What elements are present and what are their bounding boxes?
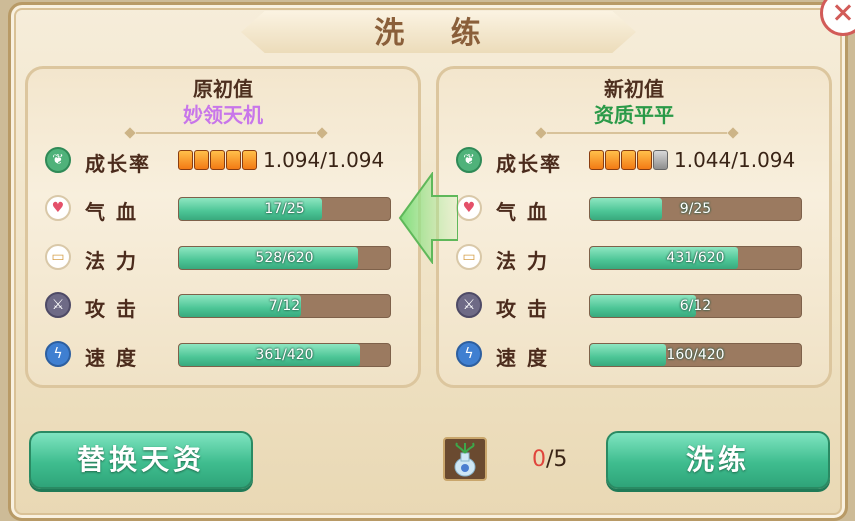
lightning-icon: ϟ <box>45 341 71 367</box>
heart-icon: ♥ <box>45 195 71 221</box>
growth-label: 成长率 <box>85 152 151 176</box>
growth-row: ❦ 成长率 1.044/1.094 <box>456 146 806 176</box>
growth-pip <box>194 150 209 170</box>
new-values-panel: 新初值 资质平平 ❦ 成长率 1.044/1.094 ♥ 气 血 9/25 ▭ … <box>436 66 832 388</box>
lightning-icon: ϟ <box>456 341 482 367</box>
divider <box>547 132 727 134</box>
bar-text: 6/12 <box>679 298 712 314</box>
stat-label: 速 度 <box>496 346 549 370</box>
stat-bar: 160/420 <box>589 343 802 367</box>
item-have-count: 0 <box>532 447 546 472</box>
bar-text: 7/12 <box>268 298 301 314</box>
growth-label: 成长率 <box>496 152 562 176</box>
bar-text: 17/25 <box>264 201 305 217</box>
growth-value: 1.044/1.094 <box>674 148 796 172</box>
stat-row-spd: ϟ 速 度 160/420 <box>456 340 806 370</box>
stat-bar: 528/620 <box>178 246 391 270</box>
growth-pip <box>242 150 257 170</box>
growth-value: 1.094/1.094 <box>263 148 385 172</box>
stat-row-atk: ⚔ 攻 击 7/12 <box>45 291 395 321</box>
sword-icon: ⚔ <box>45 292 71 318</box>
item-slot[interactable] <box>443 437 487 481</box>
item-need-count: /5 <box>546 447 568 472</box>
quality-label: 妙领天机 <box>183 103 263 127</box>
heart-icon: ♥ <box>456 195 482 221</box>
scroll-icon: ▭ <box>456 244 482 270</box>
stat-label: 气 血 <box>496 200 549 224</box>
panel-title: 新初值 <box>604 77 664 101</box>
growth-pip <box>210 150 225 170</box>
growth-pip <box>621 150 636 170</box>
growth-pip <box>637 150 652 170</box>
stat-row-atk: ⚔ 攻 击 6/12 <box>456 291 806 321</box>
growth-pips <box>178 150 257 170</box>
stat-label: 气 血 <box>85 200 138 224</box>
bar-text: 431/620 <box>666 250 725 266</box>
stat-label: 法 力 <box>496 249 549 273</box>
bar-text: 528/620 <box>255 250 314 266</box>
arrow-left-icon <box>398 172 458 264</box>
stat-row-spd: ϟ 速 度 361/420 <box>45 340 395 370</box>
scroll-icon: ▭ <box>45 244 71 270</box>
sprout-icon: ❦ <box>45 147 71 173</box>
bar-text: 9/25 <box>679 201 712 217</box>
stat-label: 法 力 <box>85 249 138 273</box>
item-counter: 0/5 <box>532 447 567 472</box>
sword-icon: ⚔ <box>456 292 482 318</box>
stat-bar: 7/12 <box>178 294 391 318</box>
stat-row-hp: ♥ 气 血 17/25 <box>45 194 395 224</box>
stat-label: 攻 击 <box>496 297 549 321</box>
growth-pip <box>589 150 604 170</box>
stat-bar: 6/12 <box>589 294 802 318</box>
sprout-icon: ❦ <box>456 147 482 173</box>
growth-row: ❦ 成长率 1.094/1.094 <box>45 146 395 176</box>
growth-pip <box>226 150 241 170</box>
stat-label: 攻 击 <box>85 297 138 321</box>
panel-title: 原初值 <box>193 77 253 101</box>
growth-pip <box>605 150 620 170</box>
dialog-title: 洗 练 <box>374 16 499 51</box>
wash-button[interactable]: 洗练 <box>606 431 830 489</box>
stat-bar: 361/420 <box>178 343 391 367</box>
growth-pip <box>653 150 668 170</box>
bar-text: 361/420 <box>255 347 314 363</box>
potion-vase-icon <box>454 442 476 477</box>
stat-row-hp: ♥ 气 血 9/25 <box>456 194 806 224</box>
stat-bar: 431/620 <box>589 246 802 270</box>
replace-aptitude-button[interactable]: 替换天资 <box>29 431 253 489</box>
stat-label: 速 度 <box>85 346 138 370</box>
stat-row-mp: ▭ 法 力 528/620 <box>45 243 395 273</box>
divider <box>136 132 316 134</box>
stat-bar: 17/25 <box>178 197 391 221</box>
quality-label: 资质平平 <box>594 103 674 127</box>
original-values-panel: 原初值 妙领天机 ❦ 成长率 1.094/1.094 ♥ 气 血 17/25 ▭… <box>25 66 421 388</box>
bar-text: 160/420 <box>666 347 725 363</box>
stat-row-mp: ▭ 法 力 431/620 <box>456 243 806 273</box>
growth-pip <box>178 150 193 170</box>
growth-pips <box>589 150 668 170</box>
stat-bar: 9/25 <box>589 197 802 221</box>
